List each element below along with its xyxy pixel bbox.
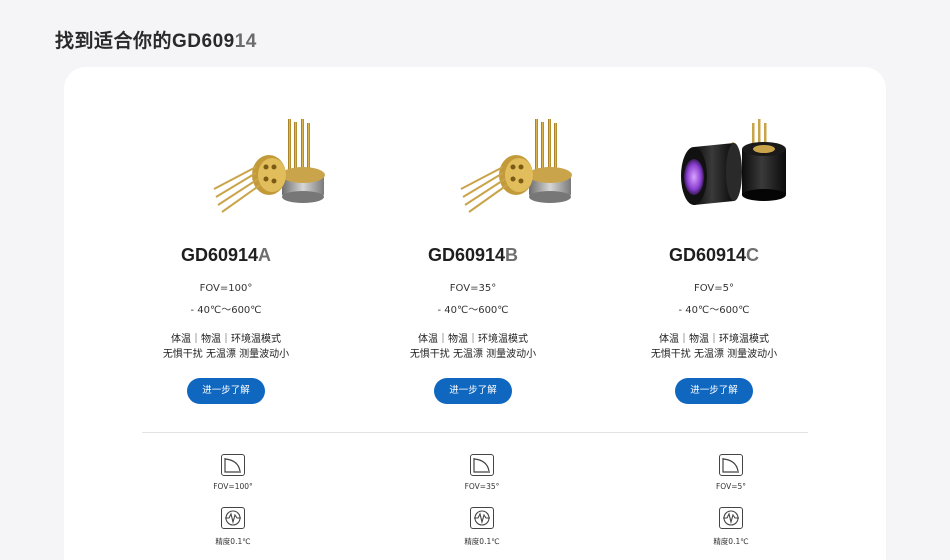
page-title: 找到适合你的GD60914 [55,26,257,53]
product-b-features: 无惧干扰 无温漂 测量波动小 [409,349,537,360]
spec-precision-b: 精度0.1℃ [464,537,500,546]
product-a-features: 无惧干扰 无温漂 测量波动小 [162,349,290,360]
product-c: GD60914C FOV=5° - 40℃～600℃ 体温｜物温｜环境温模式 无… [594,67,834,404]
product-a-fov: FOV=100° [199,283,253,294]
product-b-learn-more-button[interactable]: 进一步了解 [434,378,512,404]
product-c-name-suffix: C [746,245,760,265]
spec-fov-c: FOV=5° [715,482,747,491]
product-b-name: GD60914B [353,245,593,266]
product-c-modes: 体温｜物温｜环境温模式 [659,334,769,345]
fov-angle-icon [221,454,245,476]
spec-fov-b: FOV=35° [464,482,500,491]
product-c-name-main: GD60914 [668,245,747,265]
product-a-name: GD60914A [106,245,346,266]
product-b-range: - 40℃～600℃ [437,305,509,316]
product-a-name-main: GD60914 [180,245,259,265]
product-a-name-suffix: A [258,245,272,265]
fov-angle-icon [719,454,743,476]
precision-wave-icon [719,507,743,529]
product-card-panel: GD60914A FOV=100° - 40℃～600℃ 体温｜物温｜环境温模式… [64,67,886,560]
spec-fov-a: FOV=100° [213,482,253,491]
product-a: GD60914A FOV=100° - 40℃～600℃ 体温｜物温｜环境温模式… [106,67,346,404]
spec-precision-a: 精度0.1℃ [215,537,251,546]
product-c-image [594,67,834,237]
precision-wave-icon [221,507,245,529]
product-b-image [353,67,593,237]
page-title-model-suffix: 14 [234,31,257,52]
page-title-model-main: GD609 [172,31,235,52]
spec-precision-c: 精度0.1℃ [713,537,749,546]
section-divider [142,432,808,433]
product-b-modes: 体温｜物温｜环境温模式 [418,334,528,345]
product-b-name-main: GD60914 [427,245,506,265]
product-c-range: - 40℃～600℃ [678,305,750,316]
fov-angle-icon [470,454,494,476]
product-c-learn-more-button[interactable]: 进一步了解 [675,378,753,404]
page-title-model: GD60914 [172,31,257,52]
product-b: GD60914B FOV=35° - 40℃～600℃ 体温｜物温｜环境温模式 … [353,67,593,404]
product-a-range: - 40℃～600℃ [190,305,262,316]
precision-wave-icon [470,507,494,529]
product-b-fov: FOV=35° [449,283,497,294]
page-title-prefix: 找到适合你的 [55,30,173,52]
product-a-modes: 体温｜物温｜环境温模式 [171,334,281,345]
product-c-name: GD60914C [594,245,834,266]
product-c-fov: FOV=5° [693,283,735,294]
product-a-learn-more-button[interactable]: 进一步了解 [187,378,265,404]
product-b-name-suffix: B [505,245,519,265]
product-a-image [106,67,346,237]
product-c-features: 无惧干扰 无温漂 测量波动小 [650,349,778,360]
